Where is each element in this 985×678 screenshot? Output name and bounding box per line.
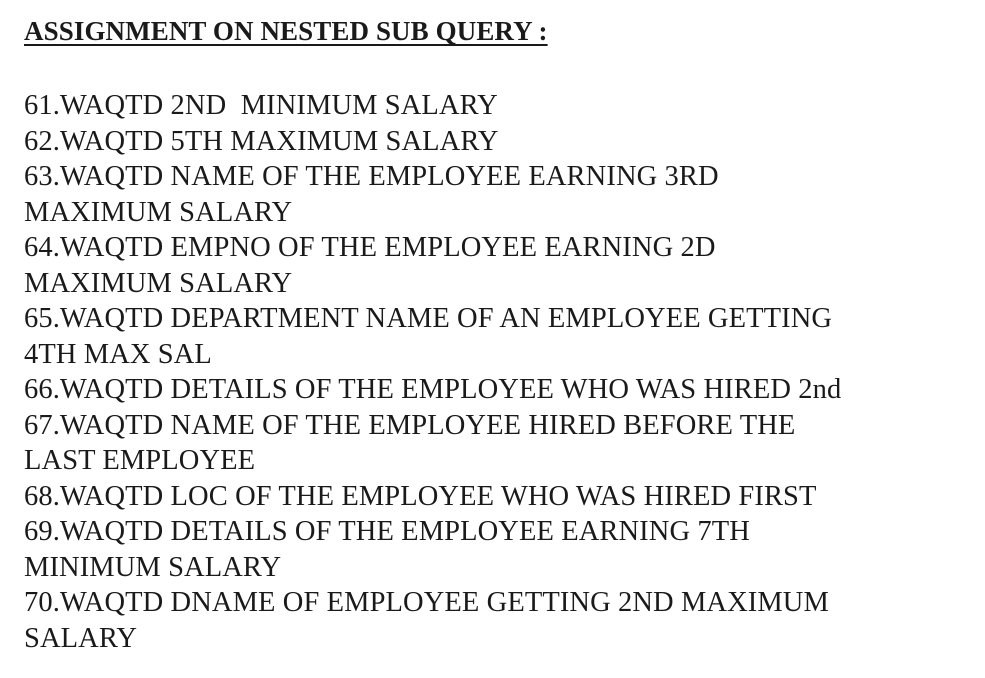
question-line: 61.WAQTD 2ND MINIMUM SALARY (24, 90, 498, 121)
question-line: 4TH MAX SAL (24, 338, 212, 370)
question-line: 68.WAQTD LOC OF THE EMPLOYEE WHO WAS HIR… (24, 480, 817, 512)
question-line: 64.WAQTD EMPNO OF THE EMPLOYEE EARNING 2… (24, 232, 716, 263)
question-list: 61.WAQTD 2ND MINIMUM SALARY 62.WAQTD 5TH… (24, 88, 974, 656)
question-line: LAST EMPLOYEE (24, 445, 256, 476)
question-line: 69.WAQTD DETAILS OF THE EMPLOYEE EARNING… (24, 516, 750, 547)
question-line: 67.WAQTD NAME OF THE EMPLOYEE HIRED BEFO… (24, 409, 796, 441)
question-line: 65.WAQTD DEPARTMENT NAME OF AN EMPLOYEE … (24, 303, 833, 334)
question-line: 70.WAQTD DNAME OF EMPLOYEE GETTING 2ND M… (24, 587, 829, 618)
question-line: 66.WAQTD DETAILS OF THE EMPLOYEE WHO WAS… (24, 374, 842, 405)
question-line: MAXIMUM SALARY (24, 267, 293, 299)
question-line: SALARY (24, 622, 138, 654)
document-page: ASSIGNMENT ON NESTED SUB QUERY : 61.WAQT… (24, 14, 974, 656)
question-line: MINIMUM SALARY (24, 551, 282, 583)
question-line: 63.WAQTD NAME OF THE EMPLOYEE EARNING 3R… (24, 161, 719, 192)
question-line: MAXIMUM SALARY (24, 196, 293, 228)
document-title: ASSIGNMENT ON NESTED SUB QUERY : (24, 16, 548, 46)
question-line: 62.WAQTD 5TH MAXIMUM SALARY (24, 125, 499, 157)
